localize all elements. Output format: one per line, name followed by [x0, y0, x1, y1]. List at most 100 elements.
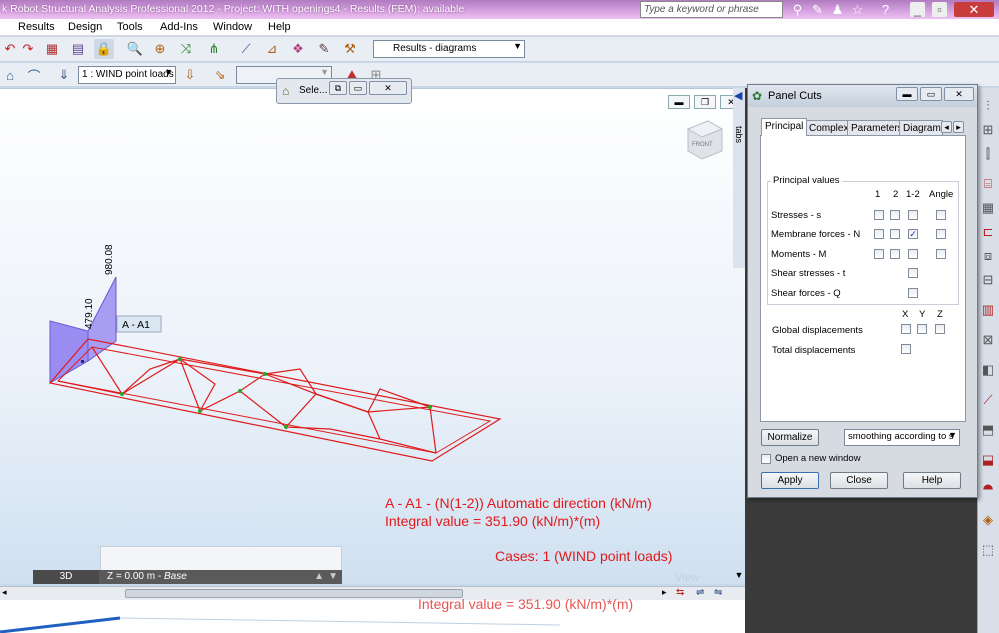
menu-help[interactable]: Help — [268, 21, 291, 33]
menu-tools[interactable]: Tools — [117, 21, 143, 33]
view-restore-icon[interactable]: ❐ — [694, 95, 716, 109]
global-y-checkbox[interactable] — [917, 324, 927, 334]
selection-minimize-icon[interactable]: ▭ — [349, 81, 367, 95]
lock-icon[interactable]: 🔒 — [94, 39, 114, 59]
structure-view[interactable]: FRONT 980.08 479.10 A - A1 A - A1 - (N(1… — [0, 88, 745, 584]
close-icon[interactable]: ✕ — [954, 2, 994, 17]
view-cube-icon[interactable]: FRONT — [686, 120, 724, 160]
wrench-icon[interactable]: ✎ — [314, 39, 334, 59]
star-icon[interactable]: ☆ — [850, 2, 865, 17]
side-tool-5-icon[interactable]: ▦ — [978, 198, 998, 218]
moments-1-checkbox[interactable] — [874, 249, 884, 259]
zoom-all-icon[interactable]: ⊕ — [150, 39, 170, 59]
dock-tabs-strip[interactable]: ◀ tabs — [733, 88, 745, 268]
moments-2-checkbox[interactable] — [890, 249, 900, 259]
view-minimize-icon[interactable]: ▬ — [668, 95, 690, 109]
side-tool-15-icon[interactable]: ⯊ — [978, 480, 998, 500]
side-tool-16-icon[interactable]: ◈ — [978, 510, 998, 530]
side-tool-12-icon[interactable]: ⟋ — [978, 390, 998, 410]
apply-button[interactable]: Apply — [761, 472, 819, 489]
user-icon[interactable]: ♟ — [830, 2, 845, 17]
side-tool-1-icon[interactable]: ⫶ — [978, 96, 998, 116]
structure-icon[interactable]: ⋔ — [204, 39, 224, 59]
membrane-1-2-checkbox[interactable]: ✓ — [908, 229, 918, 239]
side-tool-3-icon[interactable]: ⫿ — [978, 144, 998, 164]
selection-restore-icon[interactable]: ⧉ — [329, 81, 347, 95]
smoothing-select[interactable]: smoothing according to s ▼ — [844, 429, 960, 446]
side-tool-2-icon[interactable]: ⊞ — [978, 120, 998, 140]
dock-arrow-icon[interactable]: ◀ — [734, 89, 742, 102]
dialog-close-icon[interactable]: ✕ — [944, 87, 974, 101]
tools-icon[interactable]: ✎ — [810, 2, 825, 17]
dimension-icon[interactable]: ⟋ — [236, 39, 256, 59]
side-tool-4-icon[interactable]: ⌸ — [978, 174, 998, 194]
membrane-2-checkbox[interactable] — [890, 229, 900, 239]
side-tool-11-icon[interactable]: ◧ — [978, 360, 998, 380]
dialog-minimize-icon[interactable]: ▬ — [896, 87, 918, 101]
redo-icon[interactable]: ↷ — [18, 39, 38, 59]
side-tool-6-icon[interactable]: ⊏ — [978, 222, 998, 242]
stresses-2-checkbox[interactable] — [890, 210, 900, 220]
maximize-icon[interactable]: ▫ — [932, 2, 947, 17]
scroll-thumb[interactable] — [125, 589, 463, 598]
load-table-icon[interactable]: ⇘ — [210, 65, 230, 85]
stresses-1-2-checkbox[interactable] — [908, 210, 918, 220]
stresses-angle-checkbox[interactable] — [936, 210, 946, 220]
view-link-icon[interactable]: ⇋ — [714, 587, 722, 598]
side-tool-10-icon[interactable]: ⊠ — [978, 330, 998, 350]
panel-icon[interactable]: ⌂ — [0, 65, 20, 85]
normalize-button[interactable]: Normalize — [761, 429, 819, 446]
help-icon[interactable]: ? — [878, 2, 893, 17]
select-icon[interactable]: ⤨ — [176, 39, 196, 59]
shear-stresses-checkbox[interactable] — [908, 268, 918, 278]
horizontal-scrollbar[interactable]: ◂ ▸ ⇆ ⇌ ⇋ — [0, 586, 745, 600]
tab-scroll-right-icon[interactable]: ▸ — [953, 121, 964, 133]
zoom-icon[interactable]: 🔍 — [125, 39, 145, 59]
scroll-left-icon[interactable]: ◂ — [2, 587, 7, 598]
minimize-icon[interactable]: _ — [910, 2, 925, 17]
close-button[interactable]: Close — [830, 472, 888, 489]
tab-complex[interactable]: Complex — [805, 120, 853, 136]
table-icon[interactable]: ▤ — [68, 39, 88, 59]
level-down-icon[interactable]: ▼ — [328, 570, 338, 584]
view-tab-3d[interactable]: 3D — [33, 570, 99, 584]
pin-icon[interactable]: ⚒ — [340, 39, 360, 59]
tab-parameters[interactable]: Parameters — [847, 120, 907, 136]
load-definition-icon[interactable]: ⇩ — [180, 65, 200, 85]
arch-icon[interactable]: ⌒ — [24, 65, 44, 85]
tab-scroll-left-icon[interactable]: ◂ — [941, 121, 952, 133]
layout-select[interactable]: Results - diagrams ▼ — [373, 40, 525, 58]
calculator-icon[interactable]: ▦ — [42, 39, 62, 59]
total-displacements-checkbox[interactable] — [901, 344, 911, 354]
membrane-angle-checkbox[interactable] — [936, 229, 946, 239]
shear-forces-checkbox[interactable] — [908, 288, 918, 298]
scroll-right-icon[interactable]: ▸ — [662, 587, 667, 598]
moments-1-2-checkbox[interactable] — [908, 249, 918, 259]
open-new-window-checkbox[interactable] — [761, 454, 771, 464]
search-input[interactable]: Type a keyword or phrase — [640, 1, 783, 18]
measure-icon[interactable]: ⊿ — [262, 39, 282, 59]
dialog-maximize-icon[interactable]: ▭ — [920, 87, 942, 101]
global-x-checkbox[interactable] — [901, 324, 911, 334]
view-mode-icon[interactable]: ⇆ — [676, 587, 684, 598]
selection-close-icon[interactable]: ✕ — [369, 81, 407, 95]
tab-principal[interactable]: Principal — [761, 118, 808, 136]
cube-icon[interactable]: ❖ — [288, 39, 308, 59]
level-up-icon[interactable]: ▲ — [314, 570, 324, 584]
dialog-caption[interactable]: ✿ Panel Cuts ▬ ▭ ✕ — [748, 85, 977, 107]
binoculars-icon[interactable]: ⚲ — [790, 2, 805, 17]
undo-icon[interactable]: ↶ — [0, 39, 20, 59]
level-bar[interactable]: Z = 0.00 m - Base ▲ ▼ — [99, 570, 342, 584]
menu-results[interactable]: Results — [18, 21, 55, 33]
view-sync-icon[interactable]: ⇌ — [696, 587, 704, 598]
stresses-1-checkbox[interactable] — [874, 210, 884, 220]
menu-window[interactable]: Window — [213, 21, 252, 33]
global-z-checkbox[interactable] — [935, 324, 945, 334]
side-tool-9-icon[interactable]: ▥ — [978, 300, 998, 320]
help-button[interactable]: Help — [903, 472, 961, 489]
side-tool-13-icon[interactable]: ⬒ — [978, 420, 998, 440]
tab-diagrams[interactable]: Diagrams — [899, 120, 943, 136]
scroll-down-icon[interactable]: ▼ — [733, 570, 745, 584]
side-tool-17-icon[interactable]: ⬚ — [978, 540, 998, 560]
selection-window[interactable]: ⌂ Sele... ⧉ ▭ ✕ — [276, 78, 412, 104]
